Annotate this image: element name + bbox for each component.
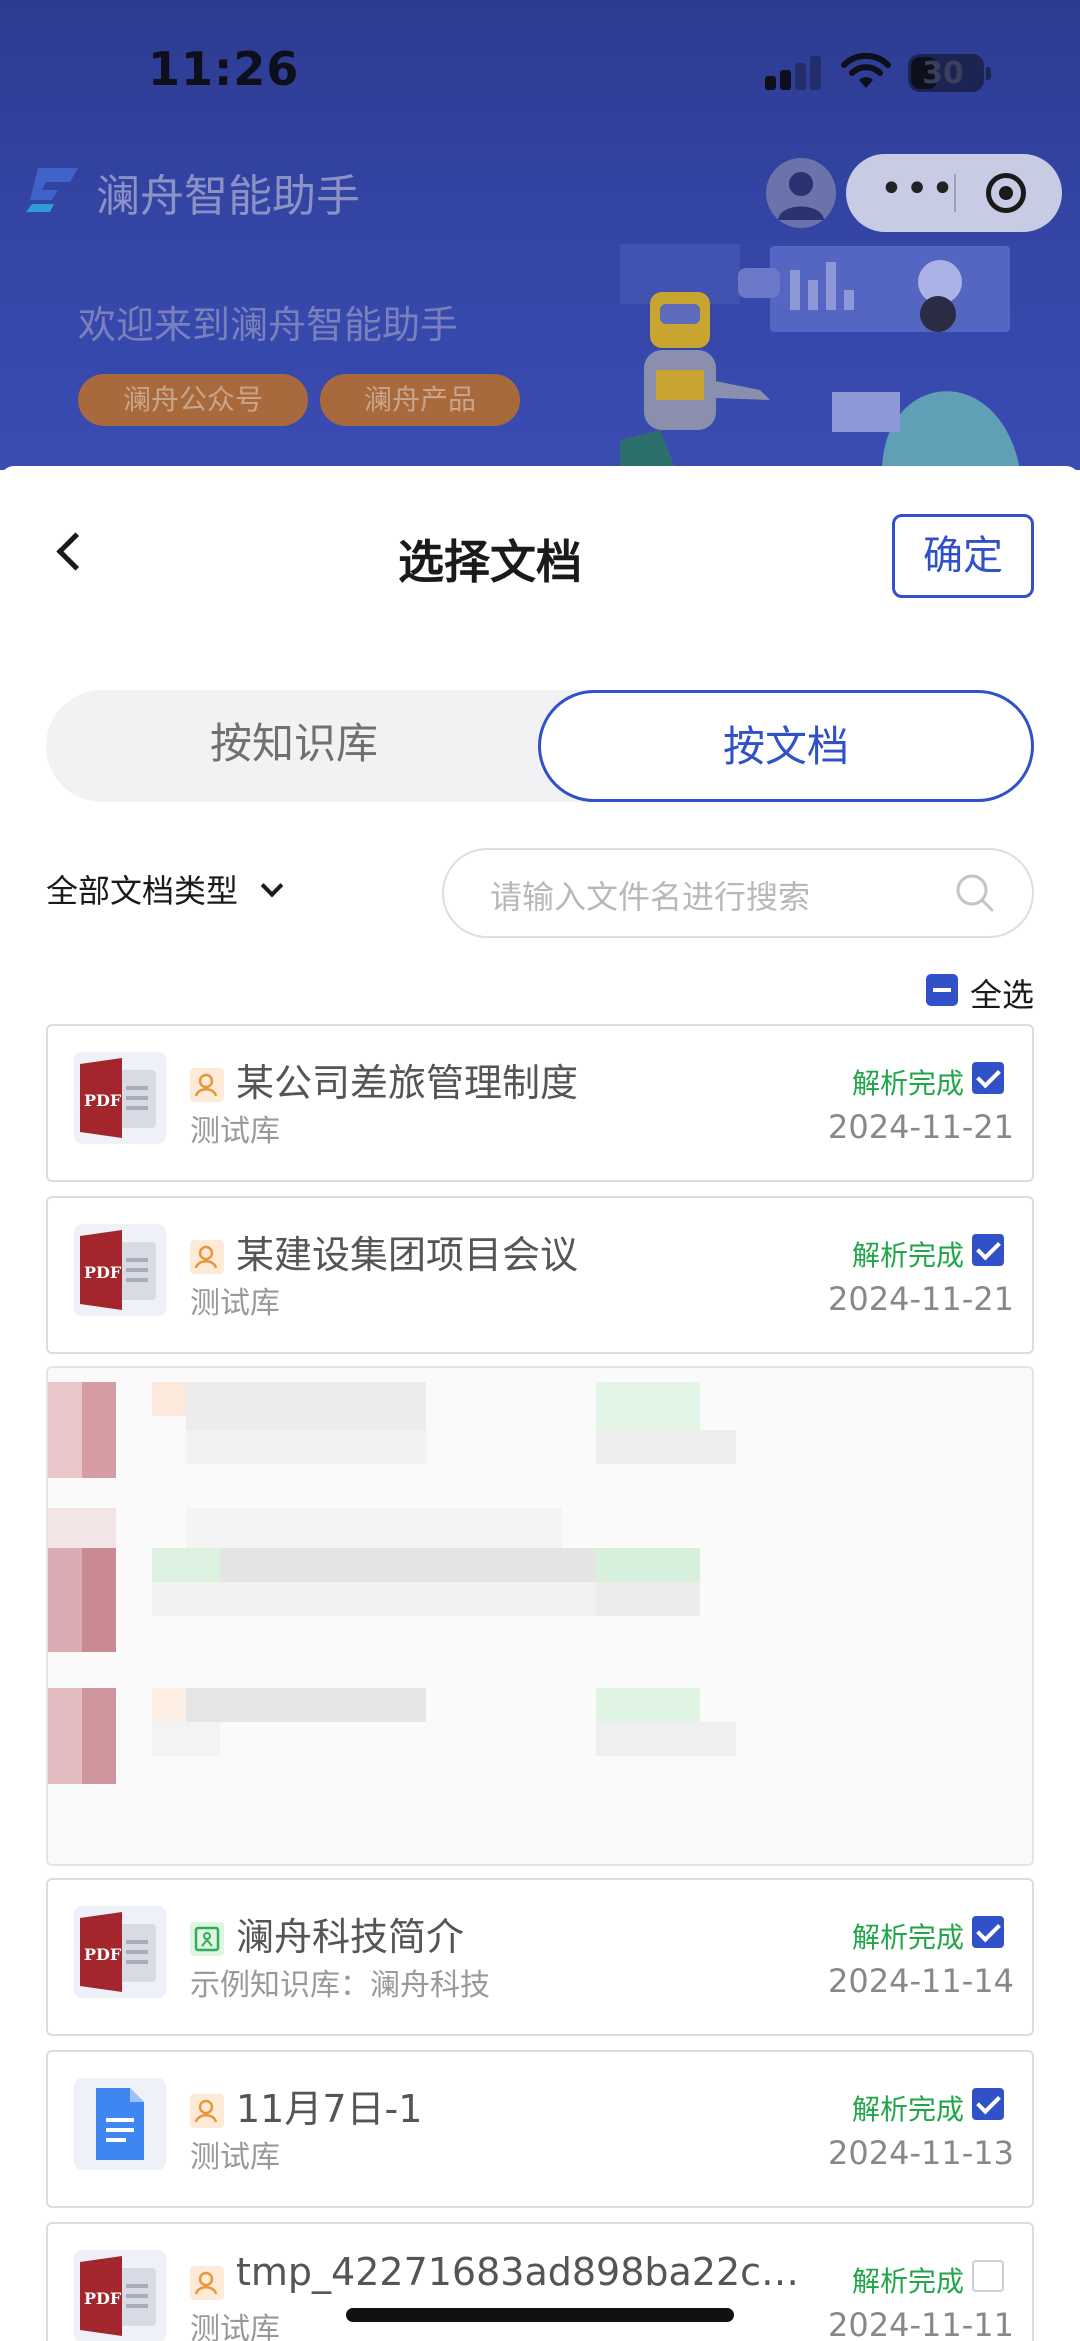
document-card[interactable]: PDF tmp_42271683ad898ba22c3c... 测试库 解析完成… xyxy=(46,2222,1034,2341)
document-library: 测试库 xyxy=(190,2140,280,2175)
svg-text:PDF: PDF xyxy=(84,1091,122,1110)
home-indicator[interactable] xyxy=(346,2308,734,2322)
document-date: 2024-11-13 xyxy=(828,2134,1014,2172)
pdf-file-icon: PDF xyxy=(74,1224,166,1316)
parse-status: 解析完成 xyxy=(852,1921,965,1954)
document-type-label: 全部文档类型 xyxy=(46,872,239,910)
battery-level: 30 xyxy=(922,56,964,91)
search-icon[interactable] xyxy=(954,872,996,914)
wifi-icon xyxy=(841,52,891,88)
status-bar: 11:26 30 xyxy=(0,0,1080,140)
document-card[interactable]: PDF 某建设集团项目会议 测试库 解析完成 2024-11-21 xyxy=(46,1196,1034,1354)
document-name: 某建设集团项目会议 xyxy=(236,1233,579,1277)
document-card[interactable]: 11月7日-1 测试库 解析完成 2024-11-13 xyxy=(46,2050,1034,2208)
personal-doc-icon xyxy=(190,1068,224,1102)
robot-illustration xyxy=(620,244,1020,470)
svg-text:PDF: PDF xyxy=(84,2289,122,2308)
personal-doc-icon xyxy=(190,1240,224,1274)
document-name: 11月7日-1 xyxy=(236,2087,423,2131)
parse-status: 解析完成 xyxy=(852,1067,965,1100)
header-background: 11:26 30 澜舟智能助手 ••• 欢迎来到澜舟智能助手 澜舟公众号 澜舟产… xyxy=(0,0,1080,470)
document-date: 2024-11-14 xyxy=(828,1962,1014,2000)
svg-text:PDF: PDF xyxy=(84,1945,122,1964)
app-logo-icon xyxy=(26,168,78,212)
document-card[interactable]: PDF 某公司差旅管理制度 测试库 解析完成 2024-11-21 xyxy=(46,1024,1034,1182)
document-library: 测试库 xyxy=(190,2312,280,2341)
target-icon[interactable] xyxy=(986,173,1026,213)
user-avatar-icon xyxy=(778,172,824,220)
chevron-down-icon xyxy=(260,874,284,898)
redacted-documents-region xyxy=(46,1366,1034,1866)
document-checkbox[interactable] xyxy=(972,2260,1004,2292)
sheet-title: 选择文档 xyxy=(398,535,582,589)
document-checkbox[interactable] xyxy=(972,1234,1004,1266)
more-dots-icon[interactable]: ••• xyxy=(878,154,958,232)
document-date: 2024-11-21 xyxy=(828,1280,1014,1318)
personal-doc-icon xyxy=(190,2266,224,2300)
document-name: tmp_42271683ad898ba22c3c... xyxy=(236,2250,816,2294)
search-placeholder: 请输入文件名进行搜索 xyxy=(490,878,811,916)
document-library: 测试库 xyxy=(190,1286,280,1321)
pdf-file-icon: PDF xyxy=(74,2250,166,2341)
products-button[interactable]: 澜舟产品 xyxy=(320,374,520,426)
back-icon[interactable] xyxy=(52,532,92,572)
parse-status: 解析完成 xyxy=(852,2093,965,2126)
document-checkbox[interactable] xyxy=(972,1062,1004,1094)
status-time: 11:26 xyxy=(148,42,300,96)
pdf-file-icon: PDF xyxy=(74,1052,166,1144)
document-picker-sheet: 选择文档 确定 按知识库 按文档 全部文档类型 请输入文件名进行搜索 全选 PD… xyxy=(0,466,1080,2341)
document-library: 示例知识库：澜舟科技 xyxy=(190,1968,490,2003)
confirm-button[interactable]: 确定 xyxy=(892,514,1034,598)
avatar[interactable] xyxy=(766,158,836,228)
document-checkbox[interactable] xyxy=(972,1916,1004,1948)
document-library: 测试库 xyxy=(190,1114,280,1149)
document-date: 2024-11-11 xyxy=(828,2306,1014,2341)
personal-doc-icon xyxy=(190,2094,224,2128)
battery-icon: 30 xyxy=(908,54,991,92)
mode-segmented-control: 按知识库 按文档 xyxy=(46,690,1034,802)
svg-text:PDF: PDF xyxy=(84,1263,122,1282)
parse-status: 解析完成 xyxy=(852,2265,965,2298)
doc-file-icon xyxy=(74,2078,166,2170)
document-card[interactable]: PDF 澜舟科技简介 示例知识库：澜舟科技 解析完成 2024-11-14 xyxy=(46,1878,1034,2036)
pdf-file-icon: PDF xyxy=(74,1906,166,1998)
tab-by-document[interactable]: 按文档 xyxy=(538,690,1034,802)
document-checkbox[interactable] xyxy=(972,2088,1004,2120)
miniprogram-capsule: ••• xyxy=(846,154,1062,232)
parse-status: 解析完成 xyxy=(852,1239,965,1272)
tab-by-knowledge-base[interactable]: 按知识库 xyxy=(46,690,542,802)
search-input[interactable]: 请输入文件名进行搜索 xyxy=(442,848,1034,938)
indeterminate-checkbox-icon xyxy=(926,974,958,1006)
app-title: 澜舟智能助手 xyxy=(96,171,360,222)
official-account-button[interactable]: 澜舟公众号 xyxy=(78,374,308,426)
document-name: 某公司差旅管理制度 xyxy=(236,1061,579,1105)
welcome-text: 欢迎来到澜舟智能助手 xyxy=(78,303,459,347)
signal-icon xyxy=(765,56,821,90)
select-all-label: 全选 xyxy=(970,976,1035,1014)
knowledge-base-icon xyxy=(190,1922,224,1956)
document-name: 澜舟科技简介 xyxy=(236,1915,465,1959)
document-date: 2024-11-21 xyxy=(828,1108,1014,1146)
document-type-dropdown[interactable]: 全部文档类型 xyxy=(46,866,284,912)
